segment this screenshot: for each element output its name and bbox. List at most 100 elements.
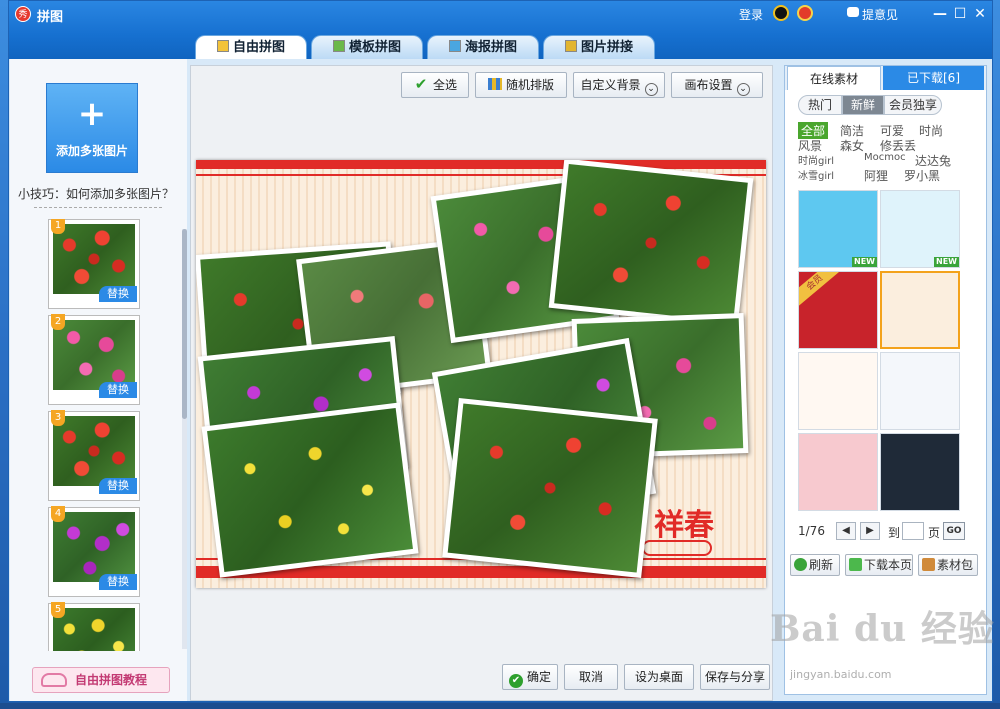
collage-photo[interactable] — [548, 160, 754, 328]
save-and-share-button[interactable]: 保存与分享 — [700, 664, 770, 690]
photo-thumbnail[interactable]: 4 替换 — [48, 506, 140, 597]
download-page-label: 下载本页 — [864, 558, 913, 572]
page-counter: 1/76 — [798, 524, 825, 538]
heart-hands-icon — [41, 673, 67, 687]
tab-template-collage[interactable]: 模板拼图 — [311, 35, 423, 59]
collage-canvas[interactable]: 祥春 — [196, 160, 766, 588]
thumbnail-image — [53, 320, 135, 390]
material-thumbnail[interactable]: NEW — [880, 190, 960, 268]
tag-filter[interactable]: 时尚girl — [798, 152, 834, 167]
material-thumbnail[interactable] — [798, 433, 878, 511]
cloud-ornament — [642, 540, 712, 556]
minimize-button[interactable]: — — [931, 5, 949, 23]
canvas-settings-dropdown[interactable]: 画布设置 ⌄ — [671, 72, 763, 98]
thumbnail-scrollbar[interactable] — [182, 229, 187, 649]
collage-photo[interactable] — [201, 402, 419, 578]
close-button[interactable]: ✕ — [971, 5, 989, 23]
pagination: 1/76 ◀ ▶ 到 页 GO — [798, 522, 983, 542]
material-thumbnail[interactable] — [798, 352, 878, 430]
app-logo-icon: 秀 — [15, 6, 31, 22]
tab-downloaded[interactable]: 已下载[6] — [883, 66, 984, 90]
thumbnail-image — [53, 224, 135, 294]
confirm-button[interactable]: ✔ 确定 — [502, 664, 558, 690]
window-title: 拼图 — [37, 10, 64, 25]
tag-filter[interactable]: 森女 — [840, 137, 864, 154]
material-thumbnail[interactable]: 会员 — [798, 271, 878, 349]
page-number-input[interactable] — [902, 522, 924, 540]
cancel-button[interactable]: 取消 — [564, 664, 618, 690]
material-thumbnail[interactable] — [880, 433, 960, 511]
app-window: 秀 拼图 登录 提意见 — ☐ ✕ 自由拼图 模板拼图 海报拼图 图片拼接 + 添加多… — [8, 0, 993, 702]
next-page-button[interactable]: ▶ — [860, 522, 880, 540]
tab-image-stitch[interactable]: 图片拼接 — [543, 35, 655, 59]
tag-filter[interactable]: 阿狸 — [864, 167, 888, 184]
thumbnail-index-badge: 4 — [51, 506, 65, 522]
thumbnail-image — [53, 416, 135, 486]
thumbnail-list: 1 替换 2 替换 3 替换 4 替换 5替换 — [48, 219, 144, 651]
tab-mode-icon — [332, 40, 345, 52]
title-bar[interactable]: 秀 拼图 登录 提意见 — ☐ ✕ 自由拼图 模板拼图 海报拼图 图片拼接 — [9, 1, 992, 59]
tag-filter[interactable]: 罗小黑 — [904, 167, 940, 184]
filter-hot[interactable]: 热门 — [798, 95, 842, 115]
custom-background-label: 自定义背景 — [580, 78, 641, 92]
scrollbar-thumb[interactable] — [182, 229, 187, 419]
select-all-label: 全选 — [432, 78, 457, 92]
tab-mode-icon — [564, 40, 577, 52]
login-link[interactable]: 登录 — [739, 6, 763, 23]
random-layout-button[interactable]: 随机排版 — [475, 72, 567, 98]
refresh-label: 刷新 — [809, 558, 834, 572]
refresh-button[interactable]: 刷新 — [790, 554, 840, 576]
thumbnail-index-badge: 5 — [51, 602, 65, 618]
set-as-desktop-button[interactable]: 设为桌面 — [624, 664, 694, 690]
tag-filter[interactable]: 时尚 — [919, 122, 943, 139]
qq-icon[interactable] — [773, 5, 789, 21]
tab-label: 模板拼图 — [348, 40, 401, 55]
maximize-button[interactable]: ☐ — [951, 5, 969, 23]
download-page-button[interactable]: 下载本页 — [845, 554, 913, 576]
check-circle-icon: ✔ — [508, 674, 523, 688]
replace-button[interactable]: 替换 — [99, 574, 137, 590]
check-icon: ✔ — [414, 75, 428, 93]
photo-thumbnail[interactable]: 5替换 — [48, 602, 140, 651]
photo-thumbnail[interactable]: 1 替换 — [48, 219, 140, 309]
material-thumbnail[interactable]: NEW — [798, 190, 878, 268]
tutorial-label: 自由拼图教程 — [75, 673, 148, 687]
thumbnail-index-badge: 3 — [51, 410, 65, 426]
photo-thumbnail[interactable]: 2 替换 — [48, 314, 140, 405]
refresh-icon — [794, 558, 807, 571]
filter-new[interactable]: 新鲜 — [842, 95, 884, 115]
photo-image — [554, 163, 748, 323]
tutorial-button[interactable]: 自由拼图教程 — [32, 667, 170, 693]
photo-thumbnail[interactable]: 3 替换 — [48, 410, 140, 501]
tab-label: 图片拼接 — [580, 40, 633, 55]
material-pack-label: 素材包 — [937, 558, 974, 572]
tag-filter[interactable]: Mocmoc — [864, 152, 906, 163]
go-button[interactable]: GO — [943, 522, 965, 540]
replace-button[interactable]: 替换 — [99, 286, 137, 302]
plus-icon: + — [77, 94, 107, 134]
custom-background-dropdown[interactable]: 自定义背景 ⌄ — [573, 72, 665, 98]
collage-photo[interactable] — [442, 397, 658, 579]
select-all-button[interactable]: ✔ 全选 — [401, 72, 469, 98]
add-photos-button[interactable]: + 添加多张图片 — [46, 83, 138, 173]
material-pack-button[interactable]: 素材包 — [918, 554, 978, 576]
random-layout-label: 随机排版 — [505, 78, 554, 92]
replace-button[interactable]: 替换 — [99, 382, 137, 398]
material-thumbnail[interactable] — [880, 352, 960, 430]
vip-badge: 会员 — [799, 272, 843, 308]
tab-poster-collage[interactable]: 海报拼图 — [427, 35, 539, 59]
tag-filter[interactable]: 冰雪girl — [798, 167, 834, 182]
goto-label: 到 — [888, 526, 901, 540]
prev-page-button[interactable]: ◀ — [836, 522, 856, 540]
weibo-icon[interactable] — [797, 5, 813, 21]
replace-button[interactable]: 替换 — [99, 478, 137, 494]
feedback-link[interactable]: 提意见 — [862, 6, 898, 23]
tip-link[interactable]: 小技巧：如何添加多张图片？ — [18, 185, 174, 202]
thumbnail-image — [53, 512, 135, 582]
tab-free-collage[interactable]: 自由拼图 — [195, 35, 307, 59]
material-thumbnail[interactable] — [880, 271, 960, 349]
page-suffix-label: 页 — [928, 526, 941, 540]
tab-online-materials[interactable]: 在线素材 — [787, 66, 881, 90]
chevron-down-icon: ⌄ — [644, 83, 658, 96]
filter-vip[interactable]: 会员独享 — [884, 95, 942, 115]
